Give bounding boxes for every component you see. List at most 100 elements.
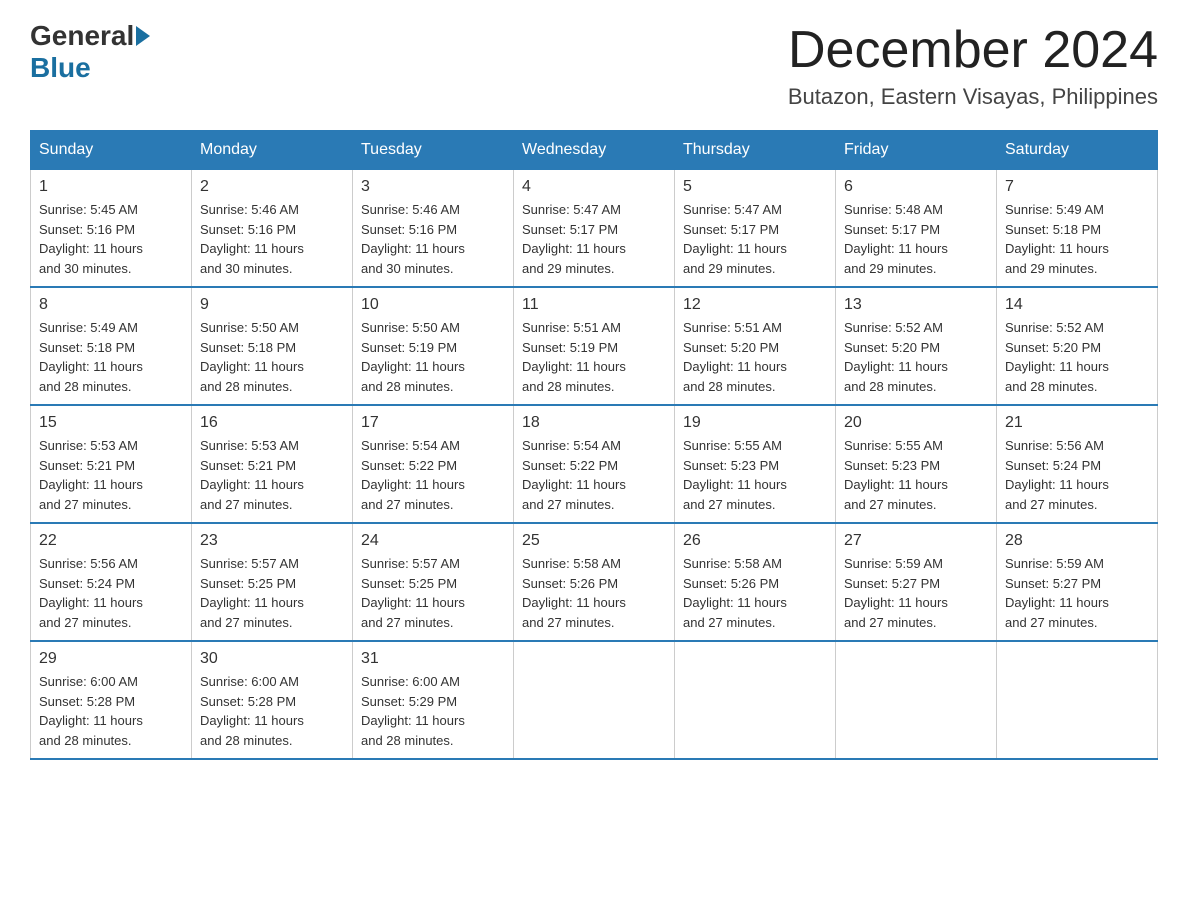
calendar-cell: 12 Sunrise: 5:51 AMSunset: 5:20 PMDaylig… [675,287,836,405]
calendar-cell: 30 Sunrise: 6:00 AMSunset: 5:28 PMDaylig… [192,641,353,759]
day-info: Sunrise: 5:49 AMSunset: 5:18 PMDaylight:… [1005,200,1149,278]
calendar-cell: 19 Sunrise: 5:55 AMSunset: 5:23 PMDaylig… [675,405,836,523]
day-number: 7 [1005,178,1149,196]
calendar-cell: 29 Sunrise: 6:00 AMSunset: 5:28 PMDaylig… [31,641,192,759]
day-info: Sunrise: 6:00 AMSunset: 5:28 PMDaylight:… [200,672,344,750]
day-number: 15 [39,414,183,432]
weekday-header-tuesday: Tuesday [353,131,514,170]
weekday-header-row: SundayMondayTuesdayWednesdayThursdayFrid… [31,131,1158,170]
day-number: 28 [1005,532,1149,550]
calendar-cell: 24 Sunrise: 5:57 AMSunset: 5:25 PMDaylig… [353,523,514,641]
day-info: Sunrise: 5:52 AMSunset: 5:20 PMDaylight:… [844,318,988,396]
calendar-cell: 15 Sunrise: 5:53 AMSunset: 5:21 PMDaylig… [31,405,192,523]
day-number: 8 [39,296,183,314]
day-number: 21 [1005,414,1149,432]
weekday-header-friday: Friday [836,131,997,170]
calendar-table: SundayMondayTuesdayWednesdayThursdayFrid… [30,130,1158,760]
week-row-4: 22 Sunrise: 5:56 AMSunset: 5:24 PMDaylig… [31,523,1158,641]
page-header: General Blue December 2024 Butazon, East… [30,20,1158,110]
day-number: 16 [200,414,344,432]
day-number: 29 [39,650,183,668]
calendar-cell [997,641,1158,759]
day-info: Sunrise: 5:50 AMSunset: 5:18 PMDaylight:… [200,318,344,396]
calendar-cell: 20 Sunrise: 5:55 AMSunset: 5:23 PMDaylig… [836,405,997,523]
day-info: Sunrise: 5:53 AMSunset: 5:21 PMDaylight:… [200,436,344,514]
week-row-3: 15 Sunrise: 5:53 AMSunset: 5:21 PMDaylig… [31,405,1158,523]
day-number: 2 [200,178,344,196]
day-info: Sunrise: 5:53 AMSunset: 5:21 PMDaylight:… [39,436,183,514]
day-number: 10 [361,296,505,314]
day-info: Sunrise: 5:56 AMSunset: 5:24 PMDaylight:… [1005,436,1149,514]
day-number: 18 [522,414,666,432]
day-number: 22 [39,532,183,550]
weekday-header-sunday: Sunday [31,131,192,170]
day-number: 13 [844,296,988,314]
calendar-cell: 26 Sunrise: 5:58 AMSunset: 5:26 PMDaylig… [675,523,836,641]
calendar-cell: 1 Sunrise: 5:45 AMSunset: 5:16 PMDayligh… [31,170,192,288]
calendar-cell: 17 Sunrise: 5:54 AMSunset: 5:22 PMDaylig… [353,405,514,523]
day-number: 30 [200,650,344,668]
day-number: 17 [361,414,505,432]
calendar-cell: 28 Sunrise: 5:59 AMSunset: 5:27 PMDaylig… [997,523,1158,641]
calendar-cell: 6 Sunrise: 5:48 AMSunset: 5:17 PMDayligh… [836,170,997,288]
day-info: Sunrise: 5:51 AMSunset: 5:20 PMDaylight:… [683,318,827,396]
calendar-cell: 27 Sunrise: 5:59 AMSunset: 5:27 PMDaylig… [836,523,997,641]
day-info: Sunrise: 5:56 AMSunset: 5:24 PMDaylight:… [39,554,183,632]
calendar-cell: 13 Sunrise: 5:52 AMSunset: 5:20 PMDaylig… [836,287,997,405]
month-title: December 2024 [788,20,1158,80]
calendar-cell: 8 Sunrise: 5:49 AMSunset: 5:18 PMDayligh… [31,287,192,405]
calendar-cell: 7 Sunrise: 5:49 AMSunset: 5:18 PMDayligh… [997,170,1158,288]
calendar-cell: 9 Sunrise: 5:50 AMSunset: 5:18 PMDayligh… [192,287,353,405]
day-number: 24 [361,532,505,550]
day-info: Sunrise: 5:58 AMSunset: 5:26 PMDaylight:… [522,554,666,632]
day-info: Sunrise: 6:00 AMSunset: 5:28 PMDaylight:… [39,672,183,750]
day-info: Sunrise: 5:57 AMSunset: 5:25 PMDaylight:… [361,554,505,632]
day-number: 9 [200,296,344,314]
calendar-cell: 21 Sunrise: 5:56 AMSunset: 5:24 PMDaylig… [997,405,1158,523]
week-row-1: 1 Sunrise: 5:45 AMSunset: 5:16 PMDayligh… [31,170,1158,288]
day-number: 14 [1005,296,1149,314]
day-info: Sunrise: 5:52 AMSunset: 5:20 PMDaylight:… [1005,318,1149,396]
day-info: Sunrise: 5:54 AMSunset: 5:22 PMDaylight:… [361,436,505,514]
day-info: Sunrise: 5:57 AMSunset: 5:25 PMDaylight:… [200,554,344,632]
day-info: Sunrise: 5:47 AMSunset: 5:17 PMDaylight:… [522,200,666,278]
day-info: Sunrise: 5:47 AMSunset: 5:17 PMDaylight:… [683,200,827,278]
logo-general-text: General [30,20,134,52]
logo: General Blue [30,20,152,84]
day-info: Sunrise: 6:00 AMSunset: 5:29 PMDaylight:… [361,672,505,750]
week-row-5: 29 Sunrise: 6:00 AMSunset: 5:28 PMDaylig… [31,641,1158,759]
calendar-cell [675,641,836,759]
weekday-header-thursday: Thursday [675,131,836,170]
day-number: 6 [844,178,988,196]
calendar-cell [514,641,675,759]
day-info: Sunrise: 5:51 AMSunset: 5:19 PMDaylight:… [522,318,666,396]
day-info: Sunrise: 5:45 AMSunset: 5:16 PMDaylight:… [39,200,183,278]
day-number: 25 [522,532,666,550]
day-number: 4 [522,178,666,196]
day-number: 11 [522,296,666,314]
day-number: 31 [361,650,505,668]
day-info: Sunrise: 5:58 AMSunset: 5:26 PMDaylight:… [683,554,827,632]
day-number: 20 [844,414,988,432]
day-number: 23 [200,532,344,550]
calendar-cell: 14 Sunrise: 5:52 AMSunset: 5:20 PMDaylig… [997,287,1158,405]
calendar-cell: 3 Sunrise: 5:46 AMSunset: 5:16 PMDayligh… [353,170,514,288]
location-title: Butazon, Eastern Visayas, Philippines [788,84,1158,110]
calendar-cell: 31 Sunrise: 6:00 AMSunset: 5:29 PMDaylig… [353,641,514,759]
calendar-cell: 22 Sunrise: 5:56 AMSunset: 5:24 PMDaylig… [31,523,192,641]
calendar-cell: 11 Sunrise: 5:51 AMSunset: 5:19 PMDaylig… [514,287,675,405]
day-number: 19 [683,414,827,432]
day-info: Sunrise: 5:48 AMSunset: 5:17 PMDaylight:… [844,200,988,278]
calendar-cell: 16 Sunrise: 5:53 AMSunset: 5:21 PMDaylig… [192,405,353,523]
day-number: 5 [683,178,827,196]
week-row-2: 8 Sunrise: 5:49 AMSunset: 5:18 PMDayligh… [31,287,1158,405]
weekday-header-wednesday: Wednesday [514,131,675,170]
calendar-cell: 5 Sunrise: 5:47 AMSunset: 5:17 PMDayligh… [675,170,836,288]
day-info: Sunrise: 5:59 AMSunset: 5:27 PMDaylight:… [844,554,988,632]
day-info: Sunrise: 5:49 AMSunset: 5:18 PMDaylight:… [39,318,183,396]
calendar-cell [836,641,997,759]
day-info: Sunrise: 5:55 AMSunset: 5:23 PMDaylight:… [844,436,988,514]
calendar-cell: 23 Sunrise: 5:57 AMSunset: 5:25 PMDaylig… [192,523,353,641]
weekday-header-saturday: Saturday [997,131,1158,170]
day-number: 12 [683,296,827,314]
